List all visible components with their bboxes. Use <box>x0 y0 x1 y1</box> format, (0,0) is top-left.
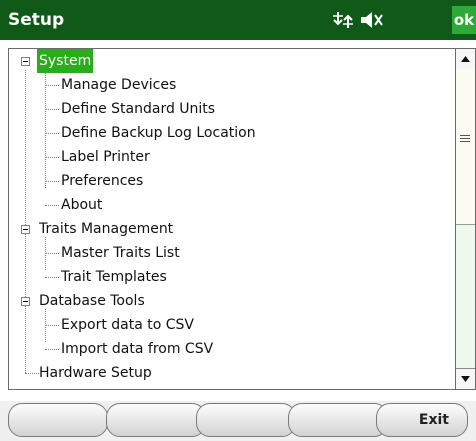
collapse-system-icon[interactable] <box>21 57 30 66</box>
tree-item-manage-devices[interactable]: Manage Devices <box>59 73 178 97</box>
ok-button[interactable]: ok <box>452 6 476 34</box>
speaker-muted-icon[interactable] <box>360 11 384 29</box>
tree-item-database-tools[interactable]: Database Tools <box>37 289 147 313</box>
tree-item-define-standard-units[interactable]: Define Standard Units <box>59 97 217 121</box>
tree-item-about[interactable]: About <box>59 193 104 217</box>
scroll-down-button[interactable] <box>456 368 475 389</box>
arrow-up-icon <box>461 56 470 62</box>
softkey-2[interactable] <box>106 403 206 437</box>
collapse-traits-icon[interactable] <box>21 225 30 234</box>
title-bar: Setup ok <box>0 0 476 40</box>
softkey-1[interactable] <box>8 403 108 437</box>
softkey-bar: Exit <box>0 401 476 441</box>
tree-item-export-csv[interactable]: Export data to CSV <box>59 313 196 337</box>
arrow-down-icon <box>461 376 470 382</box>
scroll-up-button[interactable] <box>456 49 475 70</box>
scroll-thumb[interactable] <box>456 69 475 225</box>
softkey-3[interactable] <box>196 403 296 437</box>
network-sync-icon <box>333 12 353 28</box>
tree-item-label-printer[interactable]: Label Printer <box>59 145 152 169</box>
tree-item-trait-templates[interactable]: Trait Templates <box>59 265 169 289</box>
setup-tree: System Manage Devices Define Standard Un… <box>8 48 456 390</box>
tree-item-define-backup-log-location[interactable]: Define Backup Log Location <box>59 121 258 145</box>
softkey-4[interactable] <box>288 403 388 437</box>
window-title: Setup <box>8 10 65 30</box>
tree-item-hardware-setup[interactable]: Hardware Setup <box>37 361 154 385</box>
tree-item-preferences[interactable]: Preferences <box>59 169 145 193</box>
tree-item-master-traits-list[interactable]: Master Traits List <box>59 241 182 265</box>
exit-button[interactable]: Exit <box>376 403 468 437</box>
tree-item-system[interactable]: System <box>37 49 94 73</box>
tree-item-traits-management[interactable]: Traits Management <box>37 217 175 241</box>
collapse-database-icon[interactable] <box>21 297 30 306</box>
vertical-scrollbar[interactable] <box>456 48 476 390</box>
tree-item-import-csv[interactable]: Import data from CSV <box>59 337 215 361</box>
